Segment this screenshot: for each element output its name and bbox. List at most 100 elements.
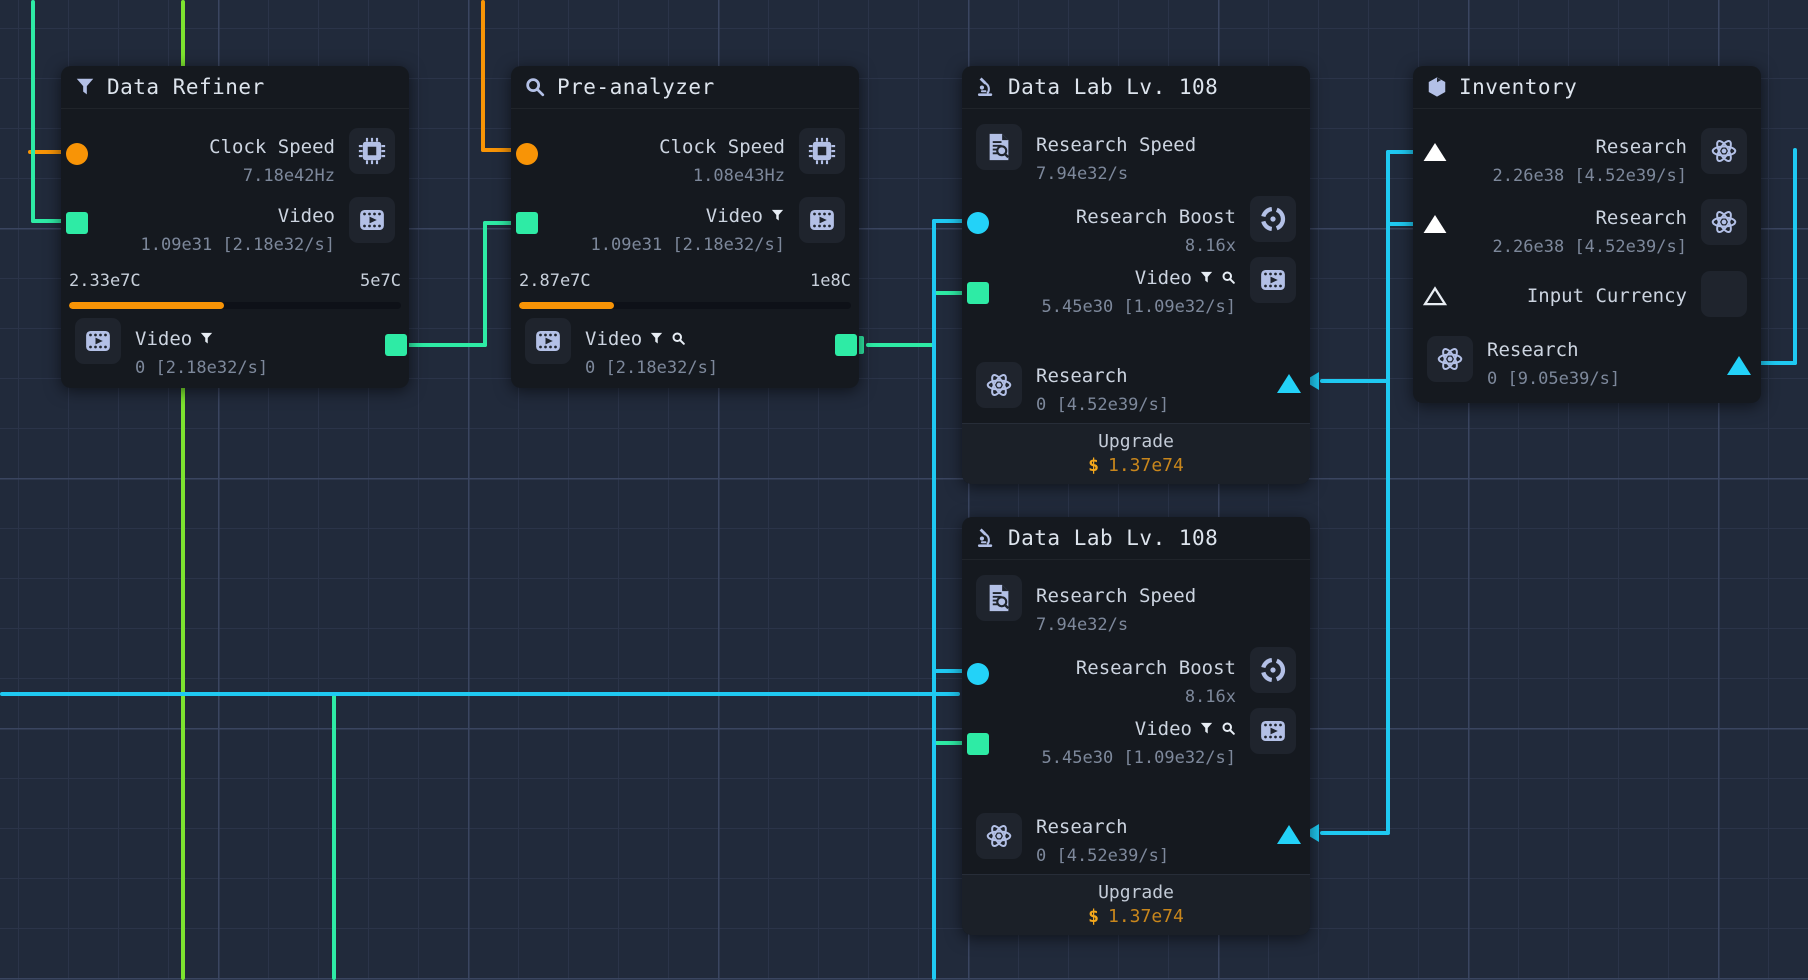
- research-output-port[interactable]: [1276, 824, 1302, 845]
- wire-orange-preanalyzer-clock-v: [481, 0, 485, 152]
- research-out-label: Research: [1487, 339, 1579, 361]
- node-pre-analyzer[interactable]: Pre-analyzer Clock Speed 1.08e43Hz Video…: [511, 66, 859, 388]
- wire-cyan-lab2-boost-stub: [932, 669, 966, 673]
- video-out-row: Video 0 [2.18e32/s]: [585, 325, 718, 383]
- research-speed-label: Research Speed: [1036, 585, 1197, 607]
- dollar-icon: $: [1088, 906, 1099, 927]
- progress-max: 1e8C: [810, 271, 851, 291]
- research-input-port-1[interactable]: [1422, 142, 1448, 162]
- video-icon: [1261, 721, 1285, 741]
- filter-icon: [770, 202, 785, 231]
- video-input-port[interactable]: [967, 282, 989, 304]
- video-row: Video 5.45e30 [1.09e32/s]: [1042, 264, 1236, 322]
- node-header: Pre-analyzer: [511, 66, 859, 109]
- input-currency-port[interactable]: [1422, 286, 1448, 306]
- wire-cyan-lab2-research-out: [1320, 831, 1390, 835]
- research-value: 2.26e38 [4.52e39/s]: [1492, 237, 1687, 257]
- clock-speed-label: Clock Speed: [209, 136, 335, 158]
- wire-cyan-lab1-boost-stub: [932, 219, 966, 223]
- research-icon-tile: [1701, 199, 1747, 245]
- node-header: Data Refiner: [61, 66, 409, 109]
- node-header: Inventory: [1413, 66, 1761, 109]
- boost-icon-tile: [1250, 196, 1296, 242]
- video-label: Video: [1134, 267, 1192, 289]
- research-in-row-2: Research 2.26e38 [4.52e39/s]: [1493, 204, 1687, 262]
- video-input-port[interactable]: [66, 212, 88, 234]
- chip-icon: [358, 137, 386, 165]
- input-currency-row: Input Currency: [1527, 282, 1687, 311]
- progress-fill: [519, 302, 615, 309]
- research-boost-row: Research Boost 8.16x: [1076, 654, 1236, 712]
- filter-icon: [649, 325, 664, 354]
- research-label: Research: [1036, 816, 1128, 838]
- research-icon-tile: [1427, 336, 1473, 382]
- video-icon-tile: [1250, 257, 1296, 303]
- progress-current: 2.33e7C: [69, 271, 141, 291]
- progress-current: 2.87e7C: [519, 271, 591, 291]
- atom-icon: [986, 825, 1012, 847]
- node-data-refiner[interactable]: Data Refiner Clock Speed 7.18e42Hz Video…: [61, 66, 409, 388]
- atom-icon: [1711, 140, 1737, 162]
- video-icon-tile: [75, 318, 121, 364]
- boost-gauge-icon: [1260, 206, 1286, 232]
- upgrade-cost: 1.37e74: [1107, 455, 1184, 476]
- node-graph-canvas[interactable]: Data Refiner Clock Speed 7.18e42Hz Video…: [0, 0, 1808, 980]
- video-out-label: Video: [135, 328, 193, 350]
- research-input-port-2[interactable]: [1422, 214, 1448, 234]
- research-output-port[interactable]: [1276, 373, 1302, 394]
- magnifier-icon: [671, 325, 686, 354]
- upgrade-button[interactable]: Upgrade $1.37e74: [962, 874, 1310, 935]
- research-boost-value: 8.16x: [1184, 687, 1236, 707]
- clock-speed-label: Clock Speed: [659, 136, 785, 158]
- video-in-row: Video 1.09e31 [2.18e32/s]: [591, 202, 785, 260]
- video-icon: [810, 210, 834, 230]
- research-in-row-1: Research 2.26e38 [4.52e39/s]: [1493, 133, 1687, 191]
- research-label: Research: [1595, 136, 1687, 158]
- node-inventory[interactable]: Inventory Research 2.26e38 [4.52e39/s] R…: [1413, 66, 1761, 403]
- wire-green-refiner-in-v: [31, 0, 35, 223]
- magnifier-icon: [526, 78, 545, 97]
- video-icon: [360, 210, 384, 230]
- research-output-port[interactable]: [1726, 355, 1752, 376]
- microscope-icon: [977, 77, 993, 96]
- video-output-port[interactable]: [385, 334, 407, 356]
- wire-green-refiner-out-h: [400, 343, 487, 347]
- wire-cyan-long-horizontal: [0, 692, 960, 696]
- video-output-port[interactable]: [835, 334, 857, 356]
- video-icon-tile: [525, 318, 571, 364]
- video-icon-tile: [349, 197, 395, 243]
- research-value: 0 [4.52e39/s]: [1036, 846, 1170, 866]
- node-data-lab-1[interactable]: Data Lab Lv. 108 Research Speed 7.94e32/…: [962, 66, 1310, 484]
- clock-input-port[interactable]: [66, 143, 88, 165]
- video-icon: [1261, 270, 1285, 290]
- video-out-label: Video: [585, 328, 643, 350]
- clock-input-port[interactable]: [516, 143, 538, 165]
- research-icon-tile: [1701, 128, 1747, 174]
- research-boost-label: Research Boost: [1075, 206, 1236, 228]
- research-row: Research 0 [4.52e39/s]: [1036, 813, 1169, 871]
- video-input-port[interactable]: [516, 212, 538, 234]
- boost-input-port[interactable]: [967, 663, 989, 685]
- input-currency-label: Input Currency: [1526, 285, 1687, 307]
- progress-bar: [69, 302, 401, 309]
- atom-icon: [986, 374, 1012, 396]
- research-speed-value: 7.94e32/s: [1036, 164, 1129, 184]
- document-search-icon: [989, 584, 1010, 612]
- research-boost-label: Research Boost: [1075, 657, 1236, 679]
- atom-icon: [1711, 211, 1737, 233]
- video-icon-tile: [1250, 708, 1296, 754]
- node-data-lab-2[interactable]: Data Lab Lv. 108 Research Speed 7.94e32/…: [962, 517, 1310, 935]
- upgrade-button[interactable]: Upgrade $1.37e74: [962, 423, 1310, 484]
- node-title: Data Refiner: [107, 75, 265, 99]
- video-icon-tile: [799, 197, 845, 243]
- video-input-port[interactable]: [967, 733, 989, 755]
- video-in-label: Video: [705, 205, 763, 227]
- video-label: Video: [1134, 718, 1192, 740]
- chip-icon-tile: [349, 128, 395, 174]
- magnifier-icon: [1221, 264, 1236, 293]
- boost-input-port[interactable]: [967, 212, 989, 234]
- research-speed-icon-tile: [976, 575, 1022, 621]
- progress-max: 5e7C: [360, 271, 401, 291]
- video-in-row: Video 1.09e31 [2.18e32/s]: [141, 202, 335, 260]
- video-out-value: 0 [2.18e32/s]: [135, 358, 269, 378]
